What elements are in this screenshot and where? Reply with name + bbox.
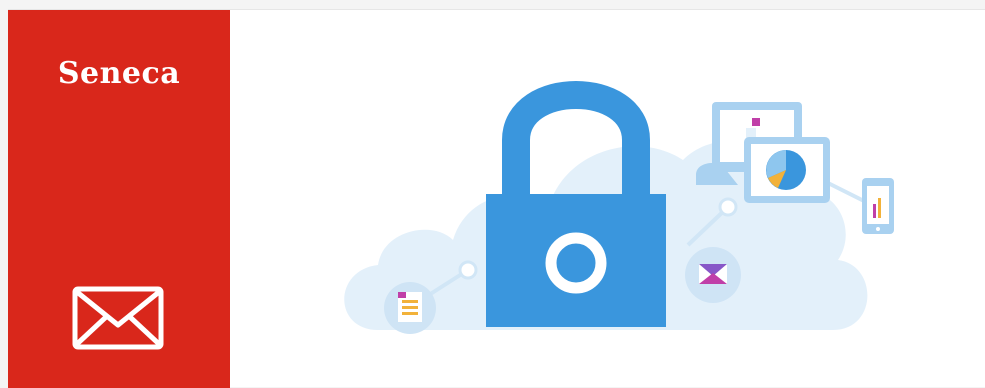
document-icon — [384, 282, 436, 334]
padlock-icon — [486, 81, 666, 327]
envelope-badge-icon — [685, 247, 741, 303]
cloud-security-illustration — [344, 81, 894, 334]
envelope-icon — [72, 286, 164, 350]
brand-logo-text: Seneca — [57, 56, 181, 91]
phone-icon — [862, 178, 894, 234]
pie-chart-screen-icon — [744, 137, 830, 203]
security-banner: Seneca — [8, 9, 985, 388]
brand-panel: Seneca — [8, 10, 230, 388]
